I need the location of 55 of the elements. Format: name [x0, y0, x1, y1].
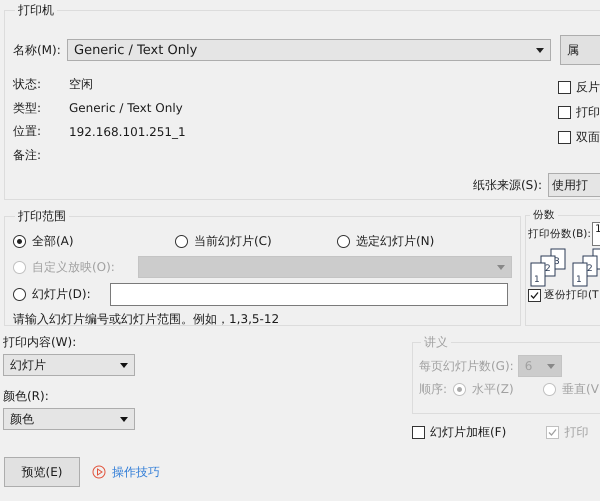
field-label: 打印内容(W):	[3, 334, 78, 351]
caret-icon	[120, 416, 128, 422]
radio-label: 当前幻灯片(C)	[194, 233, 272, 250]
play-icon	[92, 465, 106, 479]
caret-icon	[120, 362, 128, 368]
radio-button[interactable]	[13, 235, 26, 248]
group-title: 打印范围	[17, 208, 67, 225]
printer-dropdown[interactable]: Generic / Text Only	[67, 39, 551, 61]
radio-button[interactable]	[337, 235, 350, 248]
radio-label: 选定幻灯片(N)	[356, 233, 434, 250]
hint-text: 请输入幻灯片编号或幻灯片范围。例如，1,3,5-12	[13, 311, 280, 328]
radio-button[interactable]	[13, 288, 26, 301]
group-title: 份数	[532, 208, 556, 222]
field-label: 每页幻灯片数(G):	[419, 358, 514, 374]
info-label: 位置:	[13, 123, 42, 140]
tips-link[interactable]: 操作技巧	[112, 464, 160, 480]
checkbox-label: 打印	[576, 104, 600, 121]
radio-label: 垂直(V	[562, 381, 599, 398]
field-label: 打印份数(B):	[528, 227, 591, 241]
info-label: 类型:	[13, 100, 42, 117]
field-label: 纸张来源(S):	[473, 176, 542, 194]
checkbox[interactable]	[558, 106, 571, 119]
info-value: 空闲	[69, 76, 93, 94]
radio-label: 幻灯片(D):	[32, 286, 92, 303]
checkbox[interactable]	[412, 426, 425, 439]
info-value: Generic / Text Only	[69, 101, 183, 116]
checkbox-label: 幻灯片加框(F)	[430, 424, 506, 441]
radio-label: 全部(A)	[32, 233, 74, 250]
checkbox[interactable]	[558, 81, 571, 94]
group-title: 打印机	[17, 2, 55, 19]
radio-label: 水平(Z)	[472, 381, 514, 398]
radio-label: 自定义放映(O):	[32, 258, 116, 276]
caret-icon	[536, 48, 544, 52]
preview-button[interactable]: 预览(E)	[4, 457, 80, 487]
checkbox-label: 逐份打印(T	[544, 288, 599, 302]
field-label: 颜色(R):	[3, 388, 50, 405]
caret-icon	[546, 364, 555, 368]
checkbox-label: 双面	[576, 129, 600, 146]
checkbox-label: 打印	[564, 424, 588, 441]
checkbox-label: 反片	[576, 79, 600, 96]
color-dropdown[interactable]: 颜色	[3, 408, 135, 430]
info-label: 状态:	[13, 76, 42, 94]
caret-icon	[497, 264, 505, 270]
print-what-dropdown[interactable]: 幻灯片	[3, 354, 135, 376]
field-label: 名称(M):	[13, 42, 62, 58]
paper-source-dropdown[interactable]: 使用打	[548, 173, 600, 197]
checkbox[interactable]	[528, 288, 541, 302]
info-label: 备注:	[13, 146, 42, 164]
field-label: 顺序:	[419, 381, 448, 398]
group-title: 讲义	[423, 334, 449, 351]
slides-input-field[interactable]	[110, 283, 508, 306]
properties-button[interactable]: 属	[560, 35, 600, 65]
info-value: 192.168.101.251_1	[69, 124, 186, 139]
radio-button[interactable]	[175, 235, 188, 248]
checkbox[interactable]	[558, 131, 571, 144]
